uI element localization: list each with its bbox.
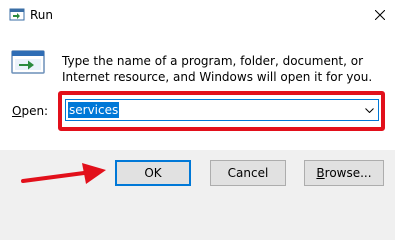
window-title: Run xyxy=(30,8,54,22)
open-input-value[interactable]: services xyxy=(68,102,120,118)
browse-mnemonic: B xyxy=(316,166,325,180)
run-icon xyxy=(11,50,45,74)
cancel-button[interactable]: Cancel xyxy=(210,160,286,186)
dialog-content: Type the name of a program, folder, docu… xyxy=(0,31,395,150)
ok-button[interactable]: OK xyxy=(115,160,191,186)
browse-button[interactable]: Browse... xyxy=(304,160,384,186)
run-app-icon xyxy=(9,8,25,21)
description-text: Type the name of a program, folder, docu… xyxy=(62,54,373,84)
chevron-down-icon xyxy=(365,108,374,113)
close-icon xyxy=(375,10,385,20)
red-arrow-annotation xyxy=(21,163,106,184)
open-combobox[interactable]: services xyxy=(65,99,379,121)
close-button[interactable] xyxy=(368,3,392,27)
open-label: Open: xyxy=(12,104,48,119)
dropdown-button[interactable] xyxy=(360,100,378,120)
browse-label-rest: rowse... xyxy=(324,166,372,180)
open-label-rest: pen: xyxy=(21,104,49,118)
title-bar: Run xyxy=(0,0,395,31)
